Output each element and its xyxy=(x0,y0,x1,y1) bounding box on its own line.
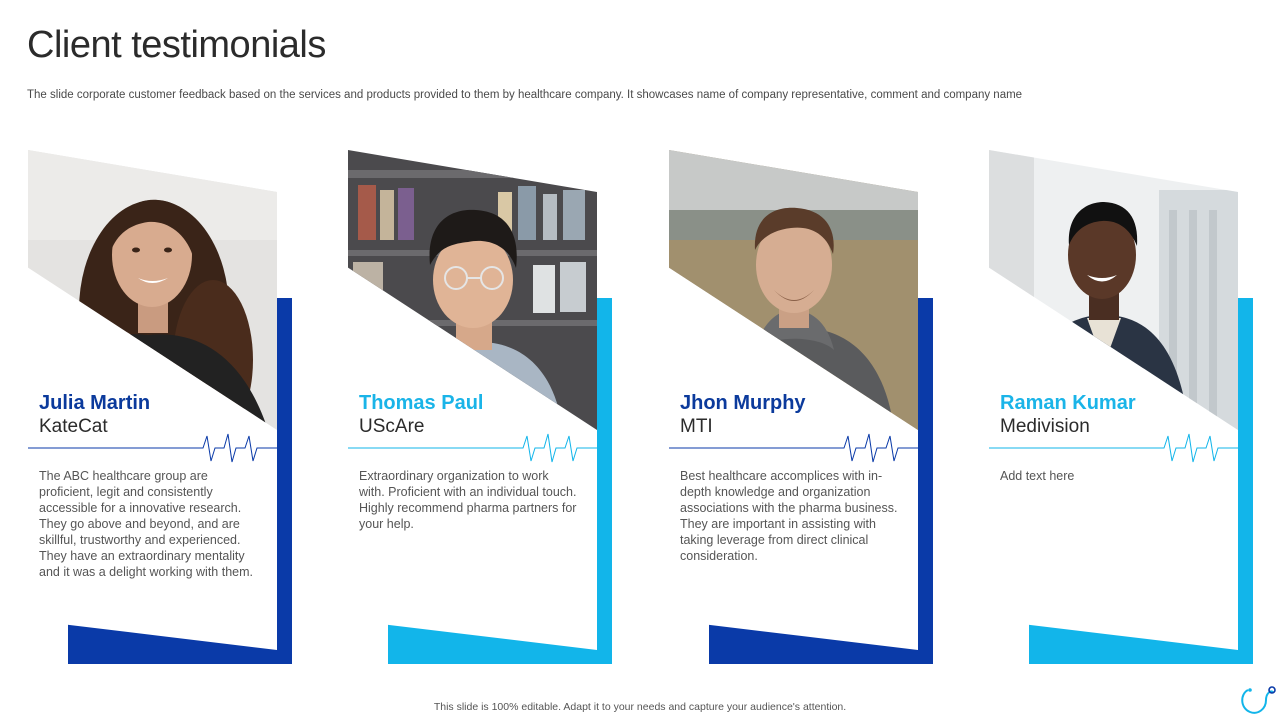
representative-name: Julia Martin xyxy=(39,392,151,414)
representative-name: Raman Kumar xyxy=(1000,392,1136,414)
slide-title: Client testimonials xyxy=(27,24,326,66)
heartbeat-line-icon xyxy=(28,433,277,463)
testimonial-card-4: Raman Kumar Medivision Add text here xyxy=(989,150,1254,670)
testimonial-comment: Extraordinary organization to work with.… xyxy=(359,469,577,531)
heartbeat-line-icon xyxy=(989,433,1238,463)
testimonial-card-2: Thomas Paul UScAre Extraordinary organiz… xyxy=(348,150,613,670)
slide-subtitle: The slide corporate customer feedback ba… xyxy=(27,89,1023,101)
testimonial-comment: Best healthcare accomplices with in-dept… xyxy=(680,469,898,563)
stethoscope-icon xyxy=(1241,686,1276,714)
heartbeat-line-icon xyxy=(348,433,597,463)
heartbeat-line-icon xyxy=(669,433,918,463)
testimonial-comment: The ABC healthcare group are proficient,… xyxy=(39,469,253,579)
representative-name: Jhon Murphy xyxy=(680,392,806,414)
representative-name: Thomas Paul xyxy=(359,392,484,414)
testimonial-card-1: Julia Martin KateCat The ABC healthcare … xyxy=(28,150,293,670)
slide-footer-note: This slide is 100% editable. Adapt it to… xyxy=(433,701,847,713)
testimonial-comment: Add text here xyxy=(1000,469,1075,483)
testimonial-card-3: Jhon Murphy MTI Best healthcare accompli… xyxy=(669,150,934,670)
